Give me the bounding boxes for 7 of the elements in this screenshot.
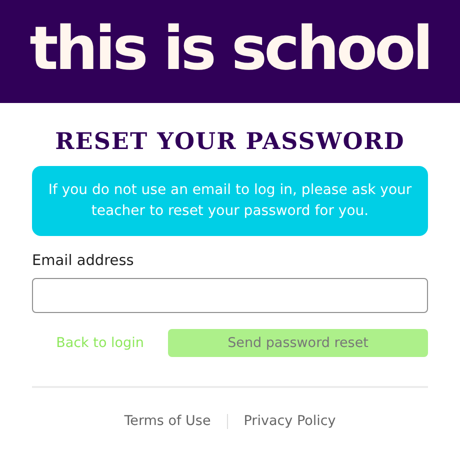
footer-link[interactable]: Privacy Policy — [228, 413, 352, 429]
footer-link[interactable]: Terms of Use — [108, 413, 227, 429]
email-input[interactable] — [32, 278, 428, 313]
field-label: Email address — [32, 252, 135, 270]
page-title: RESET YOUR PASSWORD — [55, 128, 405, 156]
info-notice: If you do not use an email to log in, please ask your teacher to reset your password for you. — [32, 166, 428, 236]
logo: this is school — [0, 0, 460, 103]
